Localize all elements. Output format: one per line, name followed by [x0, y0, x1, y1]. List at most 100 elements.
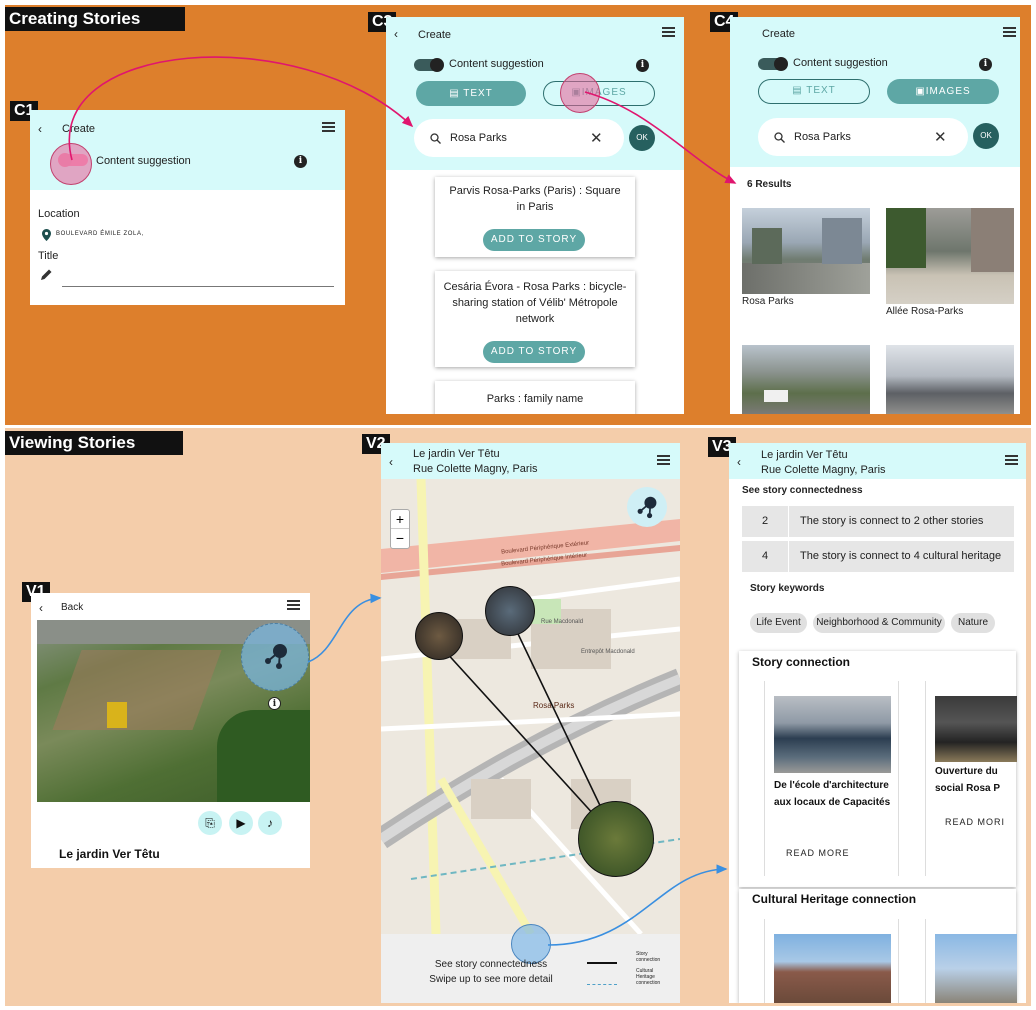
text-icon: ▤ — [449, 88, 464, 99]
footer-line1: See story connectedness — [434, 959, 548, 970]
v1-screen: ‹ Back i ⎘ ▶ ♪ Le jardin Ver Têtu — [31, 593, 310, 868]
story-marker[interactable] — [415, 612, 463, 660]
back-icon[interactable]: ‹ — [38, 122, 42, 136]
v2-footer[interactable]: See story connectedness Swipe up to see … — [381, 924, 680, 1003]
zoom-out-button[interactable]: − — [391, 529, 409, 548]
menu-icon[interactable] — [1005, 455, 1018, 465]
info-icon[interactable]: i — [979, 58, 992, 71]
connection-text: The story is connect to 4 cultural herit… — [800, 550, 1002, 562]
story-marker[interactable] — [485, 586, 535, 636]
read-more-link[interactable]: READ MORE — [786, 848, 850, 858]
keyword-chip[interactable]: Life Event — [750, 613, 807, 633]
image-icon: ▣ — [915, 86, 926, 97]
result-image[interactable] — [886, 208, 1014, 304]
legend-story-line — [587, 962, 617, 964]
menu-icon[interactable] — [662, 27, 675, 37]
menu-icon[interactable] — [1003, 27, 1016, 37]
zoom-control: + − — [390, 509, 410, 549]
search-input[interactable]: Rosa Parks ✕ — [758, 118, 968, 156]
heritage-connection-heading: Cultural Heritage connection — [752, 892, 917, 906]
touch-indicator — [50, 143, 92, 185]
heritage-connection-section: Cultural Heritage connection — [739, 889, 1017, 1003]
result-image[interactable] — [742, 345, 870, 414]
map[interactable]: Rosa Parks Boulevard Périphérique Extéri… — [381, 479, 680, 934]
back-label[interactable]: Back — [61, 602, 83, 613]
result-text: Parks : family name — [486, 393, 584, 405]
info-icon[interactable]: i — [268, 697, 281, 710]
c1-toggle-label: Content suggestion — [96, 155, 191, 167]
heritage-card[interactable] — [764, 919, 899, 1003]
back-icon[interactable]: ‹ — [389, 455, 393, 469]
heritage-card-image — [935, 934, 1017, 1003]
legend-heritage-label: Cultural Heritage connection — [636, 968, 661, 986]
result-image[interactable] — [742, 208, 870, 294]
content-suggestion-toggle[interactable] — [414, 58, 444, 72]
map-label-rosa-parks: Rosa Parks — [533, 701, 575, 710]
story-card-image — [774, 696, 891, 773]
connectedness-button[interactable] — [627, 487, 667, 527]
search-input[interactable]: Rosa Parks ✕ — [414, 119, 624, 157]
v3-subtitle: Rue Colette Magny, Paris — [761, 464, 886, 476]
results-count: 6 Results — [747, 179, 792, 190]
clear-icon[interactable]: ✕ — [934, 128, 947, 146]
ok-button[interactable]: OK — [629, 125, 655, 151]
info-icon[interactable]: i — [636, 59, 649, 72]
result-card: Parks : family name — [435, 381, 635, 414]
connection-text: The story is connect to 2 other stories — [800, 515, 984, 527]
map-label: Entrepôt Macdonald — [581, 649, 635, 655]
music-icon[interactable]: ♪ — [258, 811, 282, 835]
c4-create-title: Create — [762, 28, 796, 40]
connection-count: 2 — [762, 515, 769, 527]
menu-icon[interactable] — [657, 455, 670, 465]
add-to-story-button[interactable]: ADD TO STORY — [483, 229, 585, 251]
story-title: Le jardin Ver Têtu — [59, 847, 160, 861]
content-suggestion-toggle[interactable] — [758, 57, 788, 71]
zoom-in-button[interactable]: + — [391, 510, 409, 529]
result-text: Cesária Évora - Rosa Parks : bicycle-sha… — [443, 281, 627, 325]
keyword-chip[interactable]: Nature — [951, 613, 995, 633]
menu-icon[interactable] — [322, 122, 335, 132]
v2-screen: ‹ Le jardin Ver Têtu Rue Colette Magny, … — [381, 443, 680, 1003]
connectedness-heading: See story connectedness — [742, 485, 863, 496]
v2-title: Le jardin Ver Têtu — [413, 448, 500, 460]
title-input[interactable] — [62, 286, 334, 287]
menu-icon[interactable] — [287, 600, 300, 610]
back-icon[interactable]: ‹ — [394, 27, 398, 41]
title-label: Title — [38, 250, 59, 262]
tab-images[interactable]: ▣IMAGES — [887, 79, 999, 104]
connection-row[interactable]: 2 The story is connect to 2 other storie… — [742, 506, 1014, 537]
keyword-chip[interactable]: Neighborhood & Community — [813, 613, 945, 633]
connectedness-button[interactable] — [241, 623, 309, 691]
ok-button[interactable]: OK — [973, 123, 999, 149]
tab-text-label: TEXT — [463, 88, 493, 99]
story-marker-current[interactable] — [578, 801, 654, 877]
result-card: Cesária Évora - Rosa Parks : bicycle-sha… — [435, 271, 635, 367]
tab-text[interactable]: ▤ TEXT — [416, 81, 526, 106]
back-icon[interactable]: ‹ — [737, 455, 741, 469]
story-card[interactable]: Ouverture du social Rosa P READ MORI — [925, 681, 1017, 876]
back-icon[interactable]: ‹ — [39, 601, 43, 615]
story-card[interactable]: De l'école d'architecture aux locaux de … — [764, 681, 899, 876]
location-pin-icon — [42, 228, 51, 241]
legend-heritage-line — [587, 984, 617, 985]
story-connection-section: Story connection De l'école d'architectu… — [739, 651, 1017, 887]
heritage-card[interactable] — [925, 919, 1017, 1003]
info-icon[interactable]: i — [294, 155, 307, 168]
c1-screen: ‹ Create Content suggestion i Location B… — [30, 110, 345, 305]
story-card-title: De l'école d'architecture aux locaux de … — [774, 780, 891, 808]
attachment-icon[interactable]: ⎘ — [198, 811, 222, 835]
c3-create-title: Create — [418, 29, 452, 41]
read-more-link[interactable]: READ MORI — [945, 817, 1005, 827]
search-icon — [774, 130, 785, 148]
video-icon[interactable]: ▶ — [229, 811, 253, 835]
search-value: Rosa Parks — [794, 131, 851, 143]
creating-stories-title: Creating Stories — [5, 7, 185, 31]
tab-text[interactable]: ▤ TEXT — [758, 79, 870, 104]
connection-row[interactable]: 4 The story is connect to 4 cultural her… — [742, 541, 1014, 572]
add-to-story-button[interactable]: ADD TO STORY — [483, 341, 585, 363]
result-image[interactable] — [886, 345, 1014, 414]
result-text: Parvis Rosa-Parks (Paris) : Square in Pa… — [449, 185, 621, 213]
clear-icon[interactable]: ✕ — [590, 129, 603, 147]
story-connection-heading: Story connection — [752, 655, 851, 669]
connection-count: 4 — [762, 550, 769, 562]
